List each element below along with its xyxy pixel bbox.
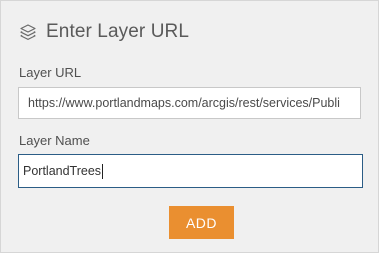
panel-header: Enter Layer URL [19, 19, 189, 45]
layer-url-value: https://www.portlandmaps.com/arcgis/rest… [28, 96, 340, 110]
layer-url-label: Layer URL [19, 65, 82, 80]
text-caret [102, 163, 104, 179]
layer-url-input[interactable]: https://www.portlandmaps.com/arcgis/rest… [18, 87, 361, 119]
layer-name-input[interactable]: PortlandTrees [18, 154, 363, 188]
enter-layer-url-panel: Enter Layer URL Layer URL https://www.po… [0, 0, 379, 253]
layers-icon [19, 23, 37, 41]
panel-title: Enter Layer URL [46, 21, 190, 42]
add-button[interactable]: ADD [169, 206, 234, 239]
layer-name-label: Layer Name [19, 133, 90, 148]
layer-name-value: PortlandTrees [23, 164, 102, 178]
